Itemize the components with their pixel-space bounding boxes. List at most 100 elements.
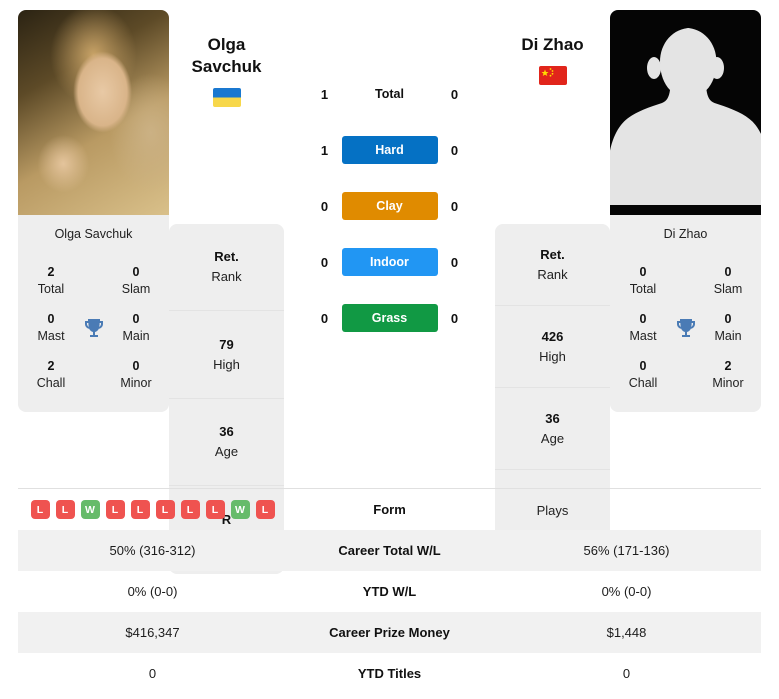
stat-cell: 2 Total <box>28 263 74 298</box>
stat-label: Mast <box>37 329 65 344</box>
stat-label: Total <box>629 282 657 297</box>
surface-badge-hard[interactable]: Hard <box>341 136 438 164</box>
form-badge-loss[interactable]: L <box>105 500 125 519</box>
ukraine-flag-icon <box>212 87 241 107</box>
stat-value: 2 <box>47 359 55 373</box>
table-row: 50% (316-312) Career Total W/L 56% (171-… <box>18 530 761 571</box>
stat-cell: 2 Chall <box>28 357 74 392</box>
row-label: YTD W/L <box>362 584 417 599</box>
stat-cell: 0 Total <box>620 263 666 298</box>
h2h-left-score: 1 <box>320 86 329 102</box>
player-comparison-page: Olga Savchuk 2 Total 0 Slam 0 Mast 0 Mai… <box>0 0 779 699</box>
right-player-identity: Di Zhao Ret. Rank 426 High 36 Age Plays <box>495 10 610 552</box>
left-player-identity: Olga Savchuk Ret. Rank 79 High 36 Age R <box>169 10 284 574</box>
table-row-form: LLWLLLLLWL Form <box>18 489 761 530</box>
stat-label: Mast <box>629 329 657 344</box>
form-badge-loss[interactable]: L <box>130 500 150 519</box>
left-player-name-line2: Savchuk <box>191 56 262 76</box>
row-label: Form <box>373 502 406 517</box>
form-badge-win[interactable]: W <box>230 500 250 519</box>
form-badge-loss[interactable]: L <box>255 500 275 519</box>
h2h-left-score: 0 <box>320 198 329 214</box>
row-label: Career Total W/L <box>338 543 441 558</box>
table-row: 0% (0-0) YTD W/L 0% (0-0) <box>18 571 761 612</box>
stat-label: Minor <box>120 376 152 391</box>
info-block: 36 Age <box>495 388 610 470</box>
h2h-right-score: 0 <box>450 254 459 270</box>
h2h-row-total: 1 Total 0 <box>284 66 495 122</box>
stat-value: 0 <box>132 359 140 373</box>
info-block: 79 High <box>169 311 284 399</box>
h2h-right-score: 0 <box>450 86 459 102</box>
info-block: Ret. Rank <box>169 224 284 311</box>
form-badge-loss[interactable]: L <box>55 500 75 519</box>
left-form-cell: LLWLLLLLWL <box>18 500 287 519</box>
right-value: 56% (171-136) <box>583 543 670 558</box>
info-label: Rank <box>537 266 568 282</box>
surface-badge-indoor[interactable]: Indoor <box>341 248 438 276</box>
form-badge-loss[interactable]: L <box>180 500 200 519</box>
titles-row: 0 Total 0 Slam <box>618 257 753 304</box>
left-form-badges: LLWLLLLLWL <box>18 500 287 519</box>
titles-row: 2 Total 0 Slam <box>26 257 161 304</box>
form-badge-win[interactable]: W <box>80 500 100 519</box>
right-value: 0% (0-0) <box>601 584 652 599</box>
stat-cell: 2 Minor <box>705 357 751 392</box>
surface-badge-grass[interactable]: Grass <box>341 304 438 332</box>
titles-row: 0 Chall 2 Minor <box>618 351 753 398</box>
left-player-name-line1: Olga <box>207 35 246 54</box>
stat-value: 0 <box>724 312 732 326</box>
stat-cell: 0 Chall <box>620 357 666 392</box>
stat-value: 2 <box>47 265 55 279</box>
stat-value: 0 <box>724 265 732 279</box>
stat-label: Slam <box>121 282 151 297</box>
row-label: Career Prize Money <box>329 625 450 640</box>
head-to-head-column: 1 Total 0 1 Hard 0 0 Clay 0 0 Indoor 0 0 <box>284 10 495 478</box>
h2h-label-total: Total <box>375 87 404 101</box>
form-badge-loss[interactable]: L <box>30 500 50 519</box>
stat-value: 0 <box>47 312 55 326</box>
china-flag-icon <box>538 65 567 85</box>
right-player-titles-grid: 0 Total 0 Slam 0 Mast 0 Main 0 Chall 2 M… <box>610 253 761 412</box>
surface-badge-clay[interactable]: Clay <box>341 192 438 220</box>
left-player-name: Olga Savchuk <box>169 10 284 78</box>
h2h-right-score: 0 <box>450 198 459 214</box>
info-label: Age <box>214 444 239 460</box>
table-row: 0 YTD Titles 0 <box>18 653 761 694</box>
trophy-icon <box>81 315 107 341</box>
stat-value: 0 <box>639 312 647 326</box>
stat-label: Minor <box>712 376 744 391</box>
info-value: Ret. <box>214 249 239 265</box>
stat-label: Chall <box>628 376 658 391</box>
form-badge-loss[interactable]: L <box>205 500 225 519</box>
form-badge-loss[interactable]: L <box>155 500 175 519</box>
right-player-photo-card: Di Zhao <box>610 10 761 253</box>
stat-value: 2 <box>724 359 732 373</box>
info-label: High <box>539 348 566 364</box>
left-value: 50% (316-312) <box>109 543 196 558</box>
left-player-photo-card: Olga Savchuk <box>18 10 169 253</box>
stat-label: Main <box>714 329 742 344</box>
comparison-table: LLWLLLLLWL Form 50% (316-312) Career Tot… <box>18 488 761 694</box>
info-value: 79 <box>219 336 234 352</box>
left-value: 0% (0-0) <box>127 584 178 599</box>
info-label: High <box>213 356 240 372</box>
stat-label: Chall <box>36 376 66 391</box>
titles-row: 2 Chall 0 Minor <box>26 351 161 398</box>
h2h-row-hard: 1 Hard 0 <box>284 122 495 178</box>
stat-cell: 0 Mast <box>620 310 666 345</box>
right-player-photo <box>610 10 761 215</box>
h2h-left-score: 0 <box>320 254 329 270</box>
info-value: 36 <box>219 424 234 440</box>
right-value: 0 <box>622 666 631 681</box>
info-block: Ret. Rank <box>495 224 610 306</box>
info-label: Age <box>540 430 565 446</box>
comparison-header: Olga Savchuk 2 Total 0 Slam 0 Mast 0 Mai… <box>0 0 779 574</box>
stat-label: Main <box>122 329 150 344</box>
left-player-card-name: Olga Savchuk <box>18 215 169 253</box>
h2h-left-score: 1 <box>320 142 329 158</box>
